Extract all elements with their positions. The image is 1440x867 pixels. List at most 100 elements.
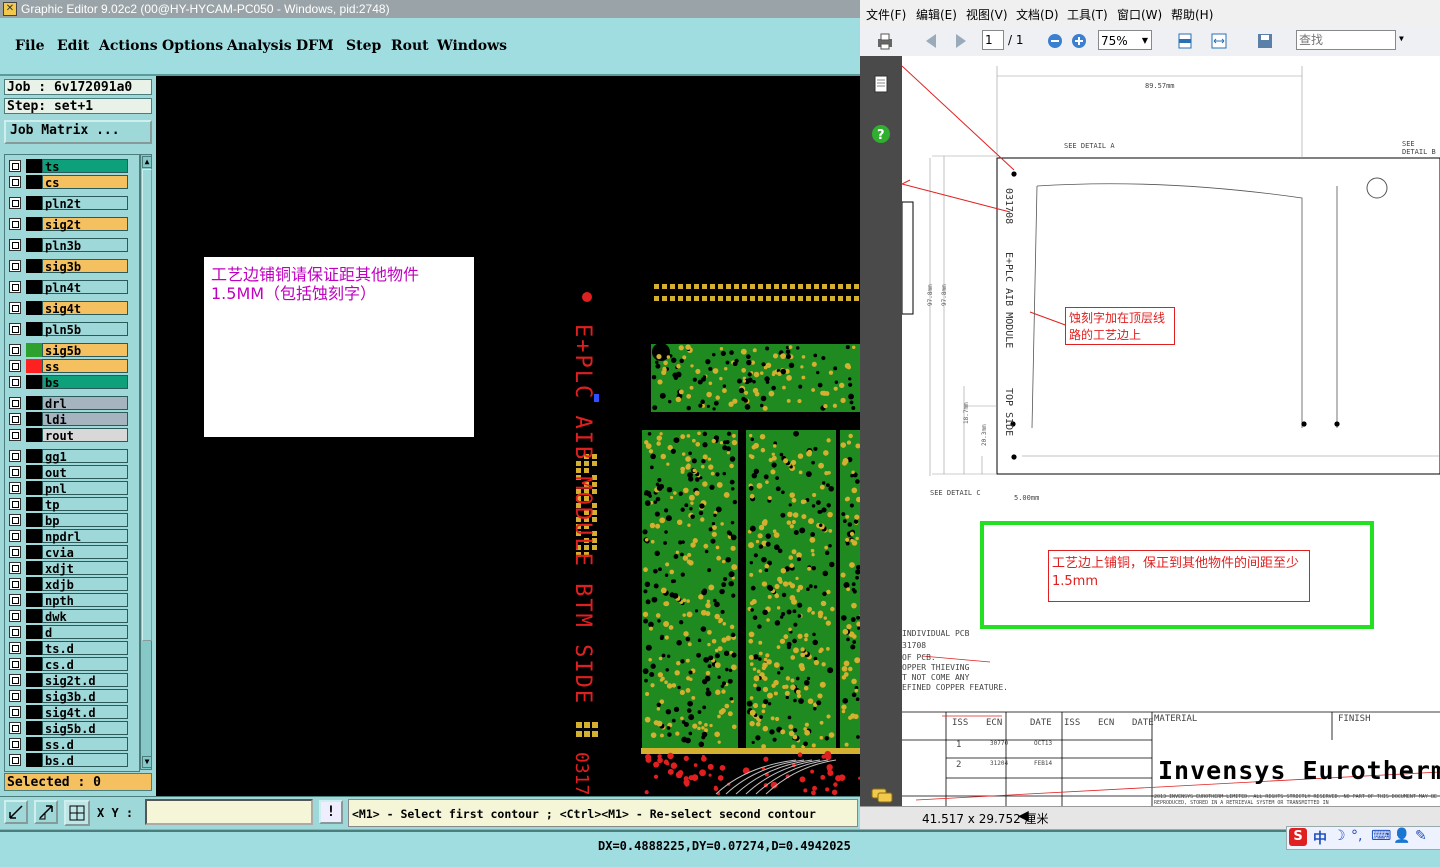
menu-actions[interactable]: Actions [99, 38, 158, 54]
layer-row-xdjt[interactable]: xdjt [7, 561, 129, 576]
layer-row-tp[interactable]: tp [7, 497, 129, 512]
layer-name[interactable]: sig5b [42, 343, 128, 358]
layer-checkbox[interactable] [9, 562, 21, 574]
grid-icon[interactable] [64, 800, 90, 826]
layer-row-bs[interactable]: bs [7, 375, 129, 390]
layer-checkbox[interactable] [9, 376, 21, 388]
layer-color-swatch[interactable] [26, 641, 42, 655]
layer-checkbox[interactable] [9, 302, 21, 314]
layer-row-pln3b[interactable]: pln3b [7, 238, 129, 253]
layer-row-sig3b.d[interactable]: sig3b.d [7, 689, 129, 704]
layer-row-drl[interactable]: drl [7, 396, 129, 411]
layer-name[interactable]: sig3b [42, 259, 128, 274]
ime-mode-label[interactable]: 中 [1313, 828, 1327, 848]
layer-name[interactable]: xdjt [42, 561, 128, 576]
layer-color-swatch[interactable] [26, 689, 42, 703]
layer-name[interactable]: sig2t [42, 217, 128, 232]
settings-icon[interactable]: ✎ [1415, 828, 1427, 844]
layer-name[interactable]: cs.d [42, 657, 128, 672]
sogou-logo-icon[interactable]: S [1289, 828, 1307, 846]
layer-row-cs.d[interactable]: cs.d [7, 657, 129, 672]
layer-checkbox[interactable] [9, 594, 21, 606]
layer-checkbox[interactable] [9, 482, 21, 494]
layer-color-swatch[interactable] [26, 465, 42, 479]
zoom-in-icon[interactable] [1070, 32, 1088, 50]
layer-name[interactable]: sig2t.d [42, 673, 128, 688]
layer-name[interactable]: pln2t [42, 196, 128, 211]
layer-color-swatch[interactable] [26, 359, 42, 373]
layer-row-ss[interactable]: ss [7, 359, 129, 374]
layer-color-swatch[interactable] [26, 449, 42, 463]
layer-name[interactable]: out [42, 465, 128, 480]
punctuation-icon[interactable]: °, [1351, 828, 1362, 844]
layer-color-swatch[interactable] [26, 428, 42, 442]
layer-checkbox[interactable] [9, 397, 21, 409]
pages-panel-icon[interactable] [872, 74, 890, 94]
layer-row-npth[interactable]: npth [7, 593, 129, 608]
pdf-menu-help[interactable]: 帮助(H) [1171, 6, 1213, 23]
layer-name[interactable]: npdrl [42, 529, 128, 544]
layer-color-swatch[interactable] [26, 196, 42, 210]
layer-row-sig3b[interactable]: sig3b [7, 259, 129, 274]
fit-page-icon[interactable] [1176, 32, 1194, 50]
layer-row-pln4t[interactable]: pln4t [7, 280, 129, 295]
layer-checkbox[interactable] [9, 658, 21, 670]
job-matrix-button[interactable]: Job Matrix ... [4, 120, 152, 144]
menu-edit[interactable]: Edit [57, 38, 89, 54]
layer-name[interactable]: xdjb [42, 577, 128, 592]
layer-row-out[interactable]: out [7, 465, 129, 480]
layer-checkbox[interactable] [9, 450, 21, 462]
layer-color-swatch[interactable] [26, 513, 42, 527]
layer-color-swatch[interactable] [26, 497, 42, 511]
layer-color-swatch[interactable] [26, 721, 42, 735]
next-page-icon[interactable] [952, 32, 970, 50]
layer-row-sig5b[interactable]: sig5b [7, 343, 129, 358]
layer-name[interactable]: drl [42, 396, 128, 411]
search-dropdown-icon[interactable]: ▼ [1399, 34, 1404, 43]
menu-analysis[interactable]: Analysis [227, 38, 292, 54]
layer-row-ss.d[interactable]: ss.d [7, 737, 129, 752]
layer-name[interactable]: d [42, 625, 128, 640]
half-width-icon[interactable]: ☽ [1333, 828, 1346, 844]
layer-name[interactable]: sig3b.d [42, 689, 128, 704]
layer-list-scrollbar[interactable]: ▲ ▼ [140, 154, 152, 770]
layer-checkbox[interactable] [9, 466, 21, 478]
layer-color-swatch[interactable] [26, 217, 42, 231]
layer-checkbox[interactable] [9, 754, 21, 766]
layer-row-rout[interactable]: rout [7, 428, 129, 443]
layer-checkbox[interactable] [9, 176, 21, 188]
layer-name[interactable]: sig4t [42, 301, 128, 316]
keyboard-icon[interactable]: ⌨ [1371, 828, 1391, 844]
layer-color-swatch[interactable] [26, 396, 42, 410]
zoom-out-icon[interactable] [1046, 32, 1064, 50]
layer-row-ldi[interactable]: ldi [7, 412, 129, 427]
layer-color-swatch[interactable] [26, 705, 42, 719]
layer-checkbox[interactable] [9, 429, 21, 441]
layer-checkbox[interactable] [9, 626, 21, 638]
layer-checkbox[interactable] [9, 546, 21, 558]
layer-color-swatch[interactable] [26, 673, 42, 687]
pdf-menu-window[interactable]: 窗口(W) [1117, 6, 1162, 23]
layer-name[interactable]: ss.d [42, 737, 128, 752]
comments-icon[interactable] [870, 786, 894, 806]
help-icon[interactable]: ? [871, 124, 891, 144]
scroll-thumb[interactable] [142, 169, 152, 641]
layer-row-cvia[interactable]: cvia [7, 545, 129, 560]
layer-color-swatch[interactable] [26, 737, 42, 751]
layer-checkbox[interactable] [9, 674, 21, 686]
layer-checkbox[interactable] [9, 722, 21, 734]
layer-checkbox[interactable] [9, 160, 21, 172]
layer-color-swatch[interactable] [26, 657, 42, 671]
layer-checkbox[interactable] [9, 514, 21, 526]
pdf-menu-tools[interactable]: 工具(T) [1067, 6, 1108, 23]
layer-checkbox[interactable] [9, 610, 21, 622]
layer-name[interactable]: ts.d [42, 641, 128, 656]
layer-color-swatch[interactable] [26, 301, 42, 315]
layer-row-cs[interactable]: cs [7, 175, 129, 190]
save-icon[interactable] [1256, 32, 1274, 50]
layer-color-swatch[interactable] [26, 593, 42, 607]
layer-checkbox[interactable] [9, 578, 21, 590]
layer-checkbox[interactable] [9, 323, 21, 335]
layer-row-gg1[interactable]: gg1 [7, 449, 129, 464]
scroll-arrow-icon[interactable]: ◀ [1018, 808, 1029, 824]
